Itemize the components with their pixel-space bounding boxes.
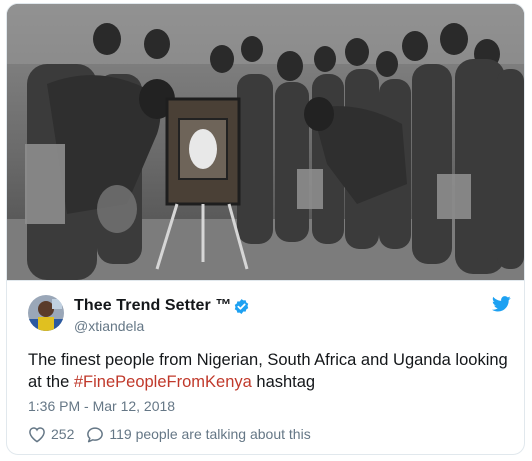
avatar-image — [28, 295, 64, 331]
engagement-bar: 252 119 people are talking about this — [28, 425, 311, 443]
tweet-photo[interactable] — [7, 4, 524, 280]
hashtag-link[interactable]: #FinePeopleFromKenya — [74, 373, 252, 391]
verified-badge-icon — [234, 299, 249, 314]
tweet-timestamp[interactable]: 1:36 PM - Mar 12, 2018 — [28, 398, 175, 414]
historical-group-photo — [7, 4, 524, 280]
author-display-name[interactable]: Thee Trend Setter ™ — [74, 297, 232, 315]
talking-count: 119 people are talking about this — [109, 426, 311, 442]
like-count[interactable]: 252 — [51, 426, 74, 442]
speech-bubble-icon — [87, 426, 104, 442]
avatar[interactable] — [28, 295, 64, 331]
tweet-card[interactable]: Thee Trend Setter ™ @xtiandela The fines… — [6, 3, 525, 455]
twitter-bird-icon[interactable] — [492, 296, 511, 312]
tweet-text: The finest people from Nigerian, South A… — [28, 349, 518, 393]
author-handle[interactable]: @xtiandela — [74, 318, 144, 334]
tweet-text-tail: hashtag — [251, 373, 316, 391]
conversation-link[interactable]: 119 people are talking about this — [86, 426, 311, 443]
media-divider — [7, 280, 524, 281]
heart-icon[interactable] — [28, 426, 46, 443]
